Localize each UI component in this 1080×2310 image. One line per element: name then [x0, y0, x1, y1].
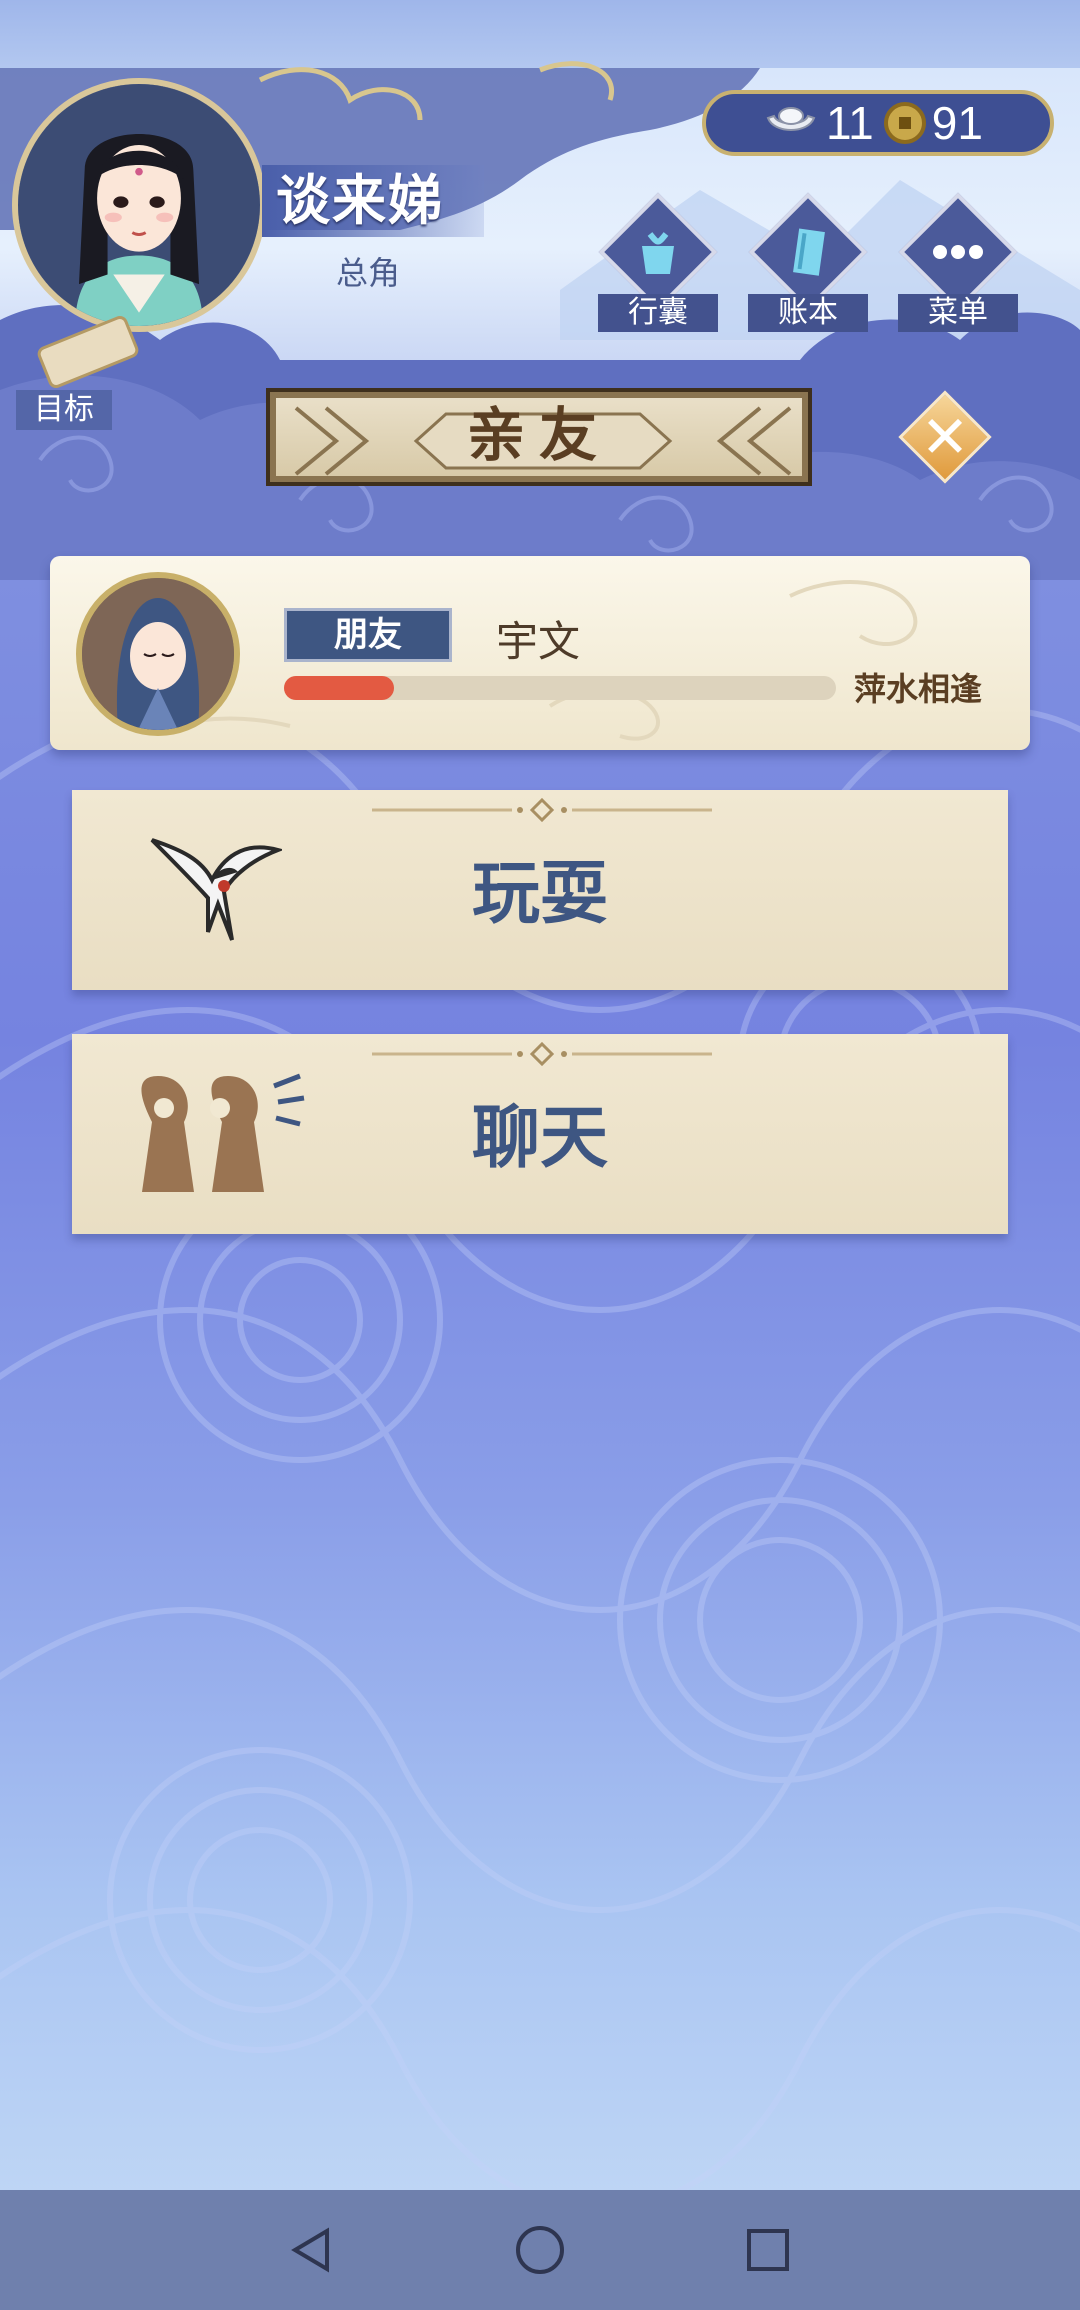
player-avatar[interactable]	[12, 78, 266, 332]
close-button[interactable]: ✕	[898, 390, 992, 484]
bag-label: 行囊	[598, 294, 718, 332]
friend-portrait	[82, 578, 234, 730]
play-label: 玩耍	[471, 855, 608, 934]
friend-card[interactable]: 朋友 宇文 萍水相逢	[50, 556, 1030, 750]
ledger-button[interactable]: 账本	[748, 192, 868, 334]
play-button[interactable]: 玩耍	[72, 790, 1008, 990]
goal-button[interactable]: 目标	[16, 313, 141, 430]
friend-avatar[interactable]	[76, 572, 240, 736]
chat-button[interactable]: 聊天	[72, 1034, 1008, 1234]
close-icon: ✕	[920, 403, 970, 471]
ledger-label: 账本	[748, 294, 868, 332]
copper-coin-icon	[883, 102, 926, 144]
player-portrait	[18, 84, 260, 326]
currency-panel: 11 91	[702, 90, 1054, 156]
more-icon	[898, 226, 1018, 288]
home-icon[interactable]	[510, 2220, 570, 2280]
affinity-bar-fill	[284, 676, 395, 700]
menu-label: 菜单	[898, 294, 1018, 332]
relationship-tag: 朋友	[284, 608, 452, 662]
silver-count: 11	[826, 97, 874, 149]
chat-label: 聊天	[471, 1099, 608, 1178]
back-icon[interactable]	[282, 2220, 342, 2280]
relationship-status: 萍水相逢	[854, 670, 983, 708]
friend-name: 宇文	[496, 617, 581, 666]
affinity-bar	[284, 676, 836, 700]
system-navigation-bar	[0, 2190, 1080, 2310]
coin-count: 91	[931, 97, 983, 149]
player-role: 总角	[336, 254, 401, 292]
silver-ingot-icon	[766, 107, 816, 131]
menu-button[interactable]: 菜单	[898, 192, 1018, 334]
goal-label: 目标	[16, 390, 112, 430]
bag-icon	[598, 226, 718, 288]
page-title: 亲友	[466, 401, 611, 469]
title-plaque: 亲友	[266, 388, 812, 486]
recents-icon[interactable]	[738, 2220, 798, 2280]
player-name: 谈来娣	[262, 165, 484, 237]
bag-button[interactable]: 行囊	[598, 192, 718, 334]
ledger-icon	[748, 226, 868, 288]
